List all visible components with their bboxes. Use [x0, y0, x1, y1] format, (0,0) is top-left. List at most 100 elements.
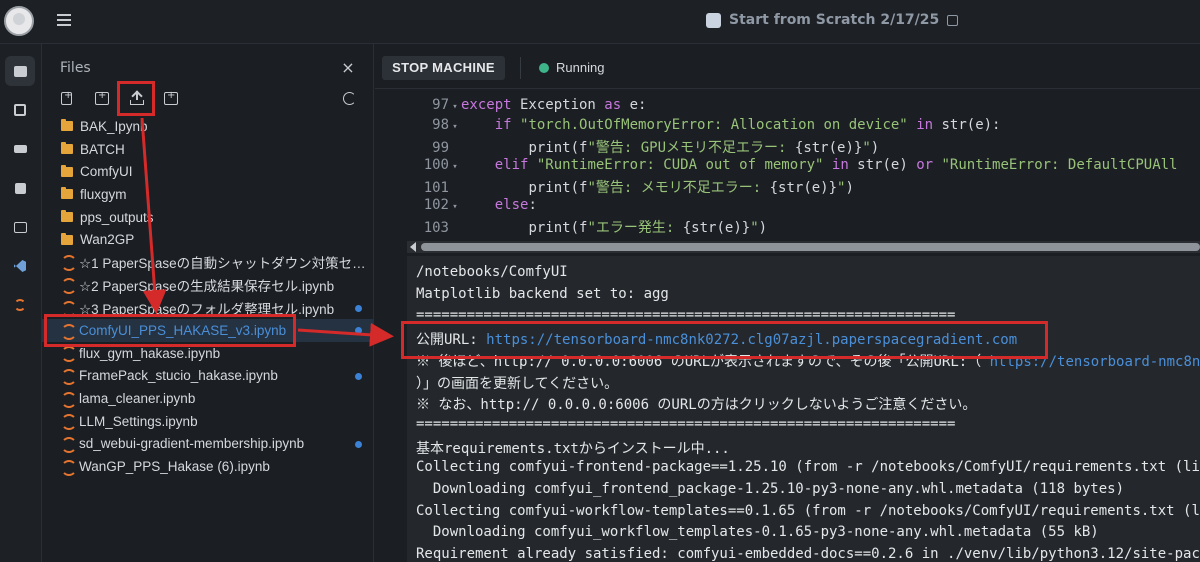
notebook-icon: [706, 12, 721, 28]
folder-row[interactable]: ComfyUI: [42, 160, 374, 183]
fold-icon[interactable]: ▾: [449, 162, 461, 172]
file-name: fluxgym: [80, 186, 127, 202]
notebook-row[interactable]: ☆2 PaperSpaseの生成結果保存セル.ipynb: [42, 274, 374, 297]
files-icon[interactable]: [5, 56, 35, 86]
code-token: {str(e)}: [769, 180, 838, 196]
file-name: BATCH: [80, 141, 125, 157]
code-line: 101 print(f"警告: メモリ不足エラー: {str(e)}"): [407, 177, 854, 197]
notebook-row[interactable]: ☆1 PaperSpaseの自動シャットダウン対策セル.ipy...: [42, 251, 374, 274]
url-highlight-box: [401, 321, 1048, 359]
jupyter-icon[interactable]: [5, 290, 35, 320]
code-token: if: [494, 117, 512, 133]
fold-icon[interactable]: ▾: [449, 202, 461, 212]
output-line: ※ なお、http:// 0.0.0.0:6006 のURLの方はクリックしない…: [416, 394, 976, 415]
stop-machine-button[interactable]: STOP MACHINE: [382, 56, 505, 80]
hamburger-menu-icon[interactable]: [57, 14, 71, 28]
code-cell[interactable]: 97 ▾ except Exception as e: 98 ▾ if "torch.O…: [407, 89, 1200, 245]
paperspace-logo[interactable]: [4, 6, 34, 36]
code-token: print(f: [528, 140, 588, 156]
folder-row[interactable]: pps_outputs: [42, 206, 374, 229]
new-file-icon[interactable]: [61, 90, 72, 105]
folder-icon: [61, 119, 73, 132]
output-text: ※ なお、http:// 0.0.0.0:6006 のURLの方はクリックしない…: [416, 397, 977, 414]
horizontal-scrollbar[interactable]: [407, 241, 1200, 253]
folder-row[interactable]: Wan2GP: [42, 228, 374, 251]
notebook-row[interactable]: lama_cleaner.ipynb: [42, 387, 374, 410]
code-token: {str(e)}: [682, 220, 751, 236]
file-name: BAK_Ipynb: [80, 118, 148, 134]
jupyter-notebook-icon: [61, 391, 77, 408]
line-number: 101: [423, 180, 449, 196]
vscode-icon[interactable]: [5, 251, 35, 281]
code-token: in: [916, 117, 934, 133]
output-line: ）」の画面を更新してください。: [416, 373, 618, 394]
output-text: ========================================…: [416, 415, 956, 432]
notebook-row[interactable]: sd_webui-gradient-membership.ipynb: [42, 433, 374, 456]
code-token: "警告: メモリ不足エラー:: [587, 180, 770, 196]
folder-row[interactable]: BAK_Ipynb: [42, 115, 374, 138]
output-line: Matplotlib backend set to: agg: [416, 286, 669, 307]
code-token: print(f: [528, 180, 588, 196]
code-token: ": [750, 220, 759, 236]
output-text: /notebooks/ComfyUI: [416, 264, 568, 280]
notebook-row[interactable]: FramePack_stucio_hakase.ipynb: [42, 365, 374, 388]
jupyter-notebook-icon: [61, 414, 77, 431]
code-token: else: [494, 197, 529, 213]
folder-row[interactable]: fluxgym: [42, 183, 374, 206]
file-name: lama_cleaner.ipynb: [79, 391, 196, 407]
edit-icon[interactable]: [947, 14, 959, 26]
folder-row[interactable]: BATCH: [42, 138, 374, 161]
code-token: "RuntimeError: CUDA out of memory": [536, 157, 824, 173]
line-number: 97: [432, 97, 449, 113]
running-indicator-dot: [355, 304, 362, 312]
output-text: ）」の画面を更新してください。: [416, 375, 619, 392]
status-dot: [539, 63, 549, 73]
output-text: Requirement already satisfied: comfyui-e…: [416, 546, 1200, 562]
top-bar: Start from Scratch 2/17/25: [0, 0, 1200, 44]
folder-icon: [61, 210, 73, 223]
file-name: Wan2GP: [80, 232, 135, 248]
code-token: print(f: [528, 220, 588, 236]
refresh-icon[interactable]: [343, 92, 356, 105]
close-icon[interactable]: ×: [341, 60, 355, 76]
jupyter-notebook-icon: [61, 300, 77, 317]
line-number: 102: [423, 197, 449, 213]
notebook-title[interactable]: Start from Scratch 2/17/25: [729, 12, 939, 28]
file-name: ☆1 PaperSpaseの自動シャットダウン対策セル.ipy...: [79, 256, 371, 272]
output-text: 基本requirements.txtからインストール中...: [416, 440, 730, 457]
output-line: Downloading comfyui_frontend_package-1.2…: [416, 481, 1124, 502]
line-number: 103: [423, 220, 449, 236]
output-line: Requirement already satisfied: comfyui-e…: [416, 546, 1200, 562]
notebook-row[interactable]: WanGP_PPS_Hakase (6).ipynb: [42, 455, 374, 478]
output-text: Matplotlib backend set to: agg: [416, 285, 669, 302]
upload-folder-icon[interactable]: [164, 90, 178, 105]
terminal-icon[interactable]: [5, 212, 35, 242]
code-token: str(e):: [933, 117, 1001, 133]
cpu-icon[interactable]: [5, 95, 35, 125]
code-token: ): [758, 220, 768, 236]
stack-icon[interactable]: [5, 134, 35, 164]
notebook-highlight-box: [44, 314, 296, 347]
output-line: Collecting comfyui-frontend-package==1.2…: [416, 459, 1200, 480]
fold-icon[interactable]: ▾: [449, 102, 461, 112]
notebook-title-area: Start from Scratch 2/17/25: [706, 12, 959, 28]
scroll-left-icon[interactable]: [410, 242, 416, 252]
notebook-row[interactable]: LLM_Settings.ipynb: [42, 410, 374, 433]
folder-icon: [61, 164, 73, 177]
new-folder-icon[interactable]: [95, 90, 109, 105]
output-line: 基本requirements.txtからインストール中...: [416, 438, 730, 459]
folder-icon: [61, 187, 73, 200]
chart-icon[interactable]: [5, 173, 35, 203]
scrollbar-thumb[interactable]: [421, 243, 1200, 251]
line-number: 100: [423, 157, 449, 173]
file-name: sd_webui-gradient-membership.ipynb: [79, 436, 305, 452]
file-name: FramePack_stucio_hakase.ipynb: [79, 368, 278, 384]
file-name: flux_gym_hakase.ipynb: [79, 345, 221, 361]
code-token: str(e): [848, 157, 917, 173]
code-token: :: [528, 197, 537, 213]
fold-icon[interactable]: ▾: [449, 122, 461, 132]
code-token: {str(e)}: [794, 140, 863, 156]
